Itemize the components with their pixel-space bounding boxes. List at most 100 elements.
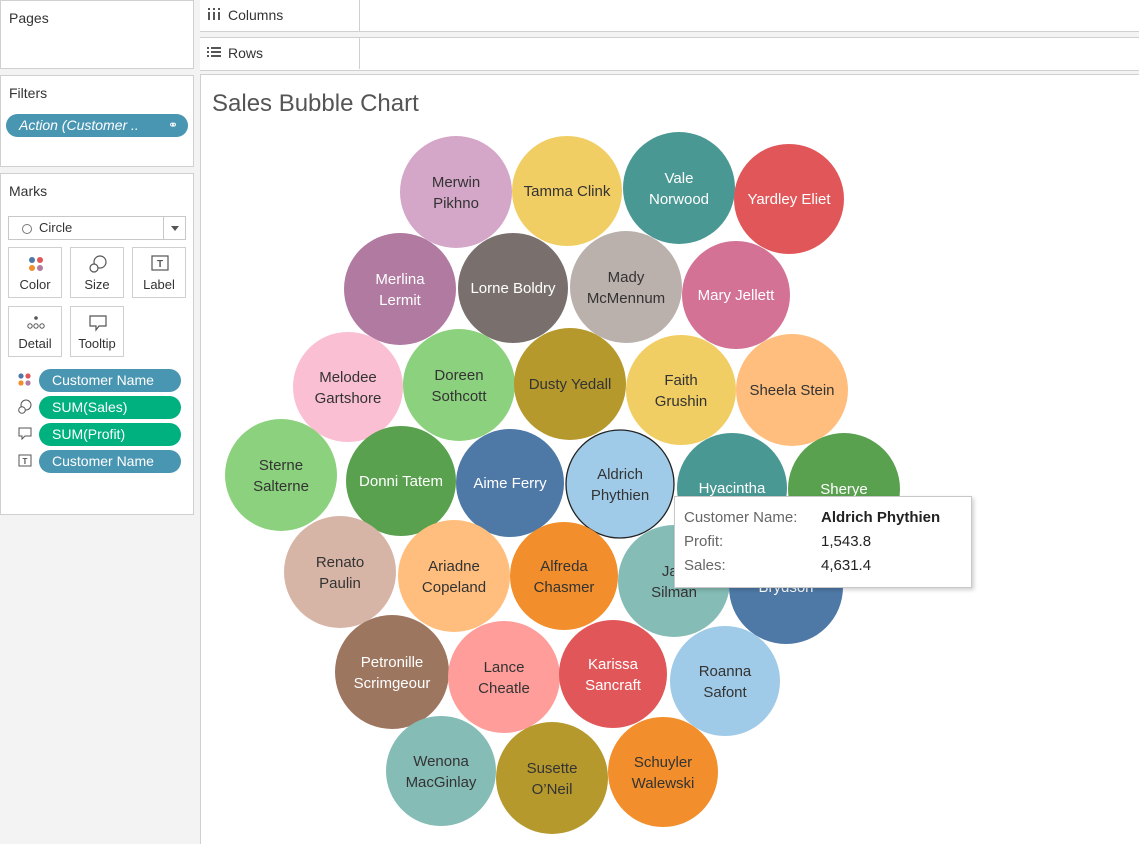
bubble-mark[interactable]: Merlina Lermit [344,233,456,345]
bubble-label: Sheela Stein [749,382,834,399]
bubble-label: Gartshore [315,390,382,407]
bubble-label: Aldrich [597,466,643,483]
bubble-label: Doreen [434,367,483,384]
bubble-label: Melodee [319,369,377,386]
bubble-label: Sothcott [431,388,487,405]
bubble-label: Susette [527,760,578,777]
bubble-label: Vale [665,170,694,187]
bubble-label: Donni Tatem [359,473,443,490]
bubble-circle[interactable] [626,335,736,445]
bubble-mark[interactable]: Doreen Sothcott [403,329,515,441]
bubble-circle[interactable] [559,620,667,728]
tooltip-customer-label: Customer Name: [684,509,798,526]
bubble-label: Yardley Eliet [747,191,831,208]
bubble-label: McMennum [587,290,665,307]
bubble-mark[interactable]: Dusty Yedall [514,328,626,440]
bubble-label: Grushin [655,393,708,410]
bubble-label: Chasmer [534,579,595,596]
bubble-label: Merwin [432,174,480,191]
bubble-label: Tamma Clink [524,183,611,200]
bubble-mark[interactable]: Karissa Sancraft [559,620,667,728]
bubble-circle[interactable] [386,716,496,826]
bubble-mark[interactable]: Tamma Clink [512,136,622,246]
bubble-label: O’Neil [532,781,573,798]
bubble-mark[interactable]: Sterne Salterne [225,419,337,531]
bubble-circle[interactable] [225,419,337,531]
bubble-label: Cheatle [478,680,530,697]
bubble-label: Renato [316,554,364,571]
bubble-mark[interactable]: Wenona MacGinlay [386,716,496,826]
bubble-mark[interactable]: Melodee Gartshore [293,332,403,442]
bubble-label: Roanna [699,663,752,680]
bubble-circle[interactable] [403,329,515,441]
bubble-mark[interactable]: Renato Paulin [284,516,396,628]
tooltip: Customer Name: Aldrich Phythien Profit: … [674,496,972,588]
bubble-label: Sterne [259,457,303,474]
bubble-label: Sancraft [585,677,642,694]
bubble-mark[interactable]: Mary Jellett [682,241,790,349]
bubble-label: MacGinlay [406,774,477,791]
tooltip-profit-label: Profit: [684,533,724,550]
bubble-mark[interactable]: Mady McMennum [570,231,682,343]
bubble-circle[interactable] [565,429,675,539]
bubble-circle[interactable] [570,231,682,343]
bubble-label: Mary Jellett [698,287,776,304]
bubble-label: Scrimgeour [354,675,431,692]
bubble-label: Faith [664,372,697,389]
bubble-label: Norwood [649,191,709,208]
bubble-label: Hyacintha [699,480,766,497]
tooltip-customer-value: Aldrich Phythien [821,509,941,526]
bubble-circle[interactable] [400,136,512,248]
tooltip-sales-value: 4,631.4 [821,557,872,574]
bubble-circle[interactable] [496,722,608,834]
bubble-circle[interactable] [284,516,396,628]
bubble-mark[interactable]: Donni Tatem [346,426,456,536]
bubble-circle[interactable] [608,717,718,827]
bubble-mark[interactable]: Alfreda Chasmer [510,522,618,630]
bubble-label: Pikhno [433,195,479,212]
bubble-chart: Merwin Pikhno Tamma Clink Vale Norwood Yardle… [225,132,900,834]
bubble-label: Merlina [375,271,425,288]
bubble-label: Lermit [379,292,422,309]
bubble-label: Schuyler [634,754,692,771]
bubble-circle[interactable] [510,522,618,630]
bubble-label: Dusty Yedall [529,376,612,393]
bubble-circle[interactable] [623,132,735,244]
bubble-mark[interactable]: Merwin Pikhno [400,136,512,248]
bubble-mark[interactable]: Roanna Safont [670,626,780,736]
bubble-mark[interactable]: Faith Grushin [626,335,736,445]
bubble-mark[interactable]: Lance Cheatle [448,621,560,733]
tooltip-sales-label: Sales: [684,557,726,574]
bubble-label: Lance [484,659,525,676]
bubble-mark[interactable]: Aldrich Phythien [565,429,675,539]
bubble-label: Ariadne [428,558,480,575]
bubble-mark[interactable]: Vale Norwood [623,132,735,244]
bubble-label: Copeland [422,579,486,596]
bubble-mark[interactable]: Sheela Stein [736,334,848,446]
bubble-label: Walewski [632,775,695,792]
bubble-mark[interactable]: Aime Ferry [456,429,564,537]
bubble-circle[interactable] [335,615,449,729]
bubble-mark[interactable]: Schuyler Walewski [608,717,718,827]
bubble-label: Lorne Boldry [470,280,556,297]
bubble-label: Paulin [319,575,361,592]
bubble-label: Wenona [413,753,469,770]
bubble-circle[interactable] [293,332,403,442]
bubble-label: Phythien [591,487,649,504]
bubble-mark[interactable]: Petronille Scrimgeour [335,615,449,729]
bubble-circle[interactable] [448,621,560,733]
bubble-circle[interactable] [670,626,780,736]
bubble-label: Petronille [361,654,424,671]
tooltip-profit-value: 1,543.8 [821,533,872,550]
bubble-mark[interactable]: Yardley Eliet [734,144,844,254]
bubble-label: Safont [703,684,747,701]
bubble-label: Karissa [588,656,639,673]
bubble-mark[interactable]: Ariadne Copeland [398,520,510,632]
bubble-label: Aime Ferry [473,475,547,492]
bubble-label: Alfreda [540,558,588,575]
bubble-circle[interactable] [344,233,456,345]
bubble-mark[interactable]: Susette O’Neil [496,722,608,834]
bubble-mark[interactable]: Lorne Boldry [458,233,568,343]
bubble-circle[interactable] [398,520,510,632]
bubble-label: Mady [608,269,645,286]
